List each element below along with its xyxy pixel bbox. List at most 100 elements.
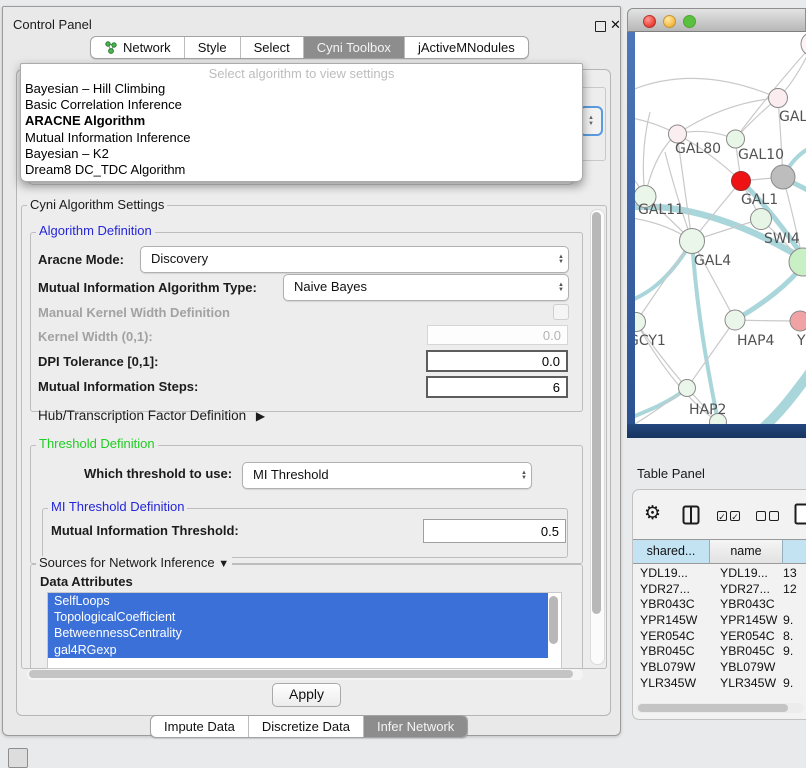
node-gal10[interactable] (727, 130, 745, 148)
node-gal-partial[interactable] (769, 89, 788, 108)
node-gal1[interactable] (751, 209, 772, 230)
tab-infer-network[interactable]: Infer Network (364, 716, 467, 737)
data-attributes-label: Data Attributes (40, 574, 133, 589)
node-label: GCY1 (635, 333, 666, 349)
node-label: GAL1 (741, 192, 778, 208)
scrollbar-thumb[interactable] (549, 596, 558, 644)
option-aracne[interactable]: ARACNE Algorithm (21, 113, 582, 129)
node-label: GAL11 (638, 202, 684, 218)
network-window-frame-left (627, 32, 635, 424)
network-graph: GAL GAL80 GAL10 GAL1 GAL11 SWI4 GAL4 GCY… (635, 32, 806, 424)
expand-right-icon: ▶ (256, 409, 265, 423)
node-hap2[interactable] (679, 380, 696, 397)
kernel-width-field[interactable] (427, 325, 568, 345)
mi-threshold-field[interactable] (423, 519, 566, 543)
desktop: { "titlebar": { "title": "Control Panel"… (0, 0, 806, 762)
column-header-shared-name[interactable]: shared... (633, 539, 710, 564)
tab-network-label: Network (123, 37, 171, 58)
sources-title[interactable]: Sources for Network Inference ▼ (36, 556, 232, 571)
table-row[interactable]: YBR043CYBR043C (633, 597, 806, 613)
tab-jactivemnodules[interactable]: jActiveMNodules (405, 37, 528, 58)
network-window-frame-bottom (627, 424, 806, 438)
node-gray[interactable] (771, 165, 795, 189)
table-row[interactable]: YBR045CYBR045C9. (633, 644, 806, 660)
which-threshold-combo[interactable]: MI Threshold ▲▼ (242, 462, 532, 489)
list-vertical-scrollbar[interactable] (548, 594, 560, 666)
split-columns-icon[interactable] (682, 505, 700, 525)
close-panel-icon[interactable]: ✕ (610, 17, 621, 33)
network-labels: GAL GAL80 GAL10 GAL1 GAL11 SWI4 GAL4 GCY… (635, 109, 806, 418)
minimize-window-icon[interactable] (663, 15, 676, 28)
node-label: GAL10 (738, 147, 784, 163)
tab-select[interactable]: Select (241, 37, 304, 58)
node-gcy1[interactable] (635, 313, 646, 332)
settings-horizontal-scrollbar[interactable] (27, 669, 583, 680)
deselect-all-columns-icon[interactable] (756, 511, 782, 529)
select-all-columns-icon[interactable]: ✓✓ (717, 511, 743, 529)
node-gal4[interactable] (680, 229, 705, 254)
threshold-definition-title: Threshold Definition (36, 437, 158, 451)
dpi-tolerance-field[interactable] (426, 350, 568, 372)
float-panel-icon[interactable] (595, 21, 606, 32)
combo-arrows-icon: ▲▼ (521, 463, 527, 488)
mi-steps-label: Mutual Information Steps: (38, 379, 198, 394)
manual-kernel-checkbox[interactable] (553, 304, 569, 320)
table-row[interactable]: YDR27...YDR27...12 (633, 582, 806, 598)
table-row[interactable]: YLR345WYLR345W9. (633, 676, 806, 691)
column-header-name[interactable]: name (710, 539, 783, 564)
table-row[interactable]: YBL079WYBL079W (633, 660, 806, 676)
control-panel-tabs: Network Style Select Cyni Toolbox jActiv… (90, 36, 529, 59)
option-bayesian-hill-climbing[interactable]: Bayesian – Hill Climbing (21, 81, 582, 97)
table-horizontal-scrollbar[interactable] (636, 703, 804, 713)
hub-tf-definition-toggle[interactable]: Hub/Transcription Factor Definition ▶ (38, 408, 265, 423)
algorithm-definition-title: Algorithm Definition (36, 224, 155, 238)
list-item-betweennesscentrality[interactable]: BetweennessCentrality (48, 625, 548, 641)
control-panel-window: Control Panel ✕ Network Style Select Cyn… (2, 6, 621, 736)
panel-title: Control Panel (13, 17, 92, 32)
table-row[interactable]: YER054CYER054C8. (633, 629, 806, 645)
manual-kernel-label: Manual Kernel Width Definition (38, 305, 230, 320)
network-window-titlebar[interactable] (627, 8, 806, 32)
settings-vertical-scrollbar[interactable] (590, 209, 605, 665)
tab-discretize-data[interactable]: Discretize Data (249, 716, 364, 737)
collapse-down-icon: ▼ (218, 558, 229, 570)
list-item-gal4rgexp[interactable]: gal4RGexp (48, 642, 548, 658)
node-label: GAL80 (675, 141, 721, 157)
close-window-icon[interactable] (643, 15, 656, 28)
table-panel: ⚙ ✓✓ shared... name YDL19...YDL19...13 Y… (632, 489, 806, 720)
list-item-topologicalcoefficient[interactable]: TopologicalCoefficient (48, 609, 548, 625)
node-selected-red[interactable] (732, 172, 751, 191)
zoom-window-icon[interactable] (683, 15, 696, 28)
node-hap4[interactable] (725, 310, 745, 330)
tab-cyni-toolbox[interactable]: Cyni Toolbox (304, 37, 405, 58)
kernel-width-label: Kernel Width (0,1): (38, 329, 153, 344)
gear-icon[interactable]: ⚙ (644, 502, 661, 525)
mi-steps-field[interactable] (426, 376, 568, 398)
network-canvas[interactable]: GAL GAL80 GAL10 GAL1 GAL11 SWI4 GAL4 GCY… (635, 32, 806, 424)
scrollbar-thumb[interactable] (592, 212, 601, 614)
settings-group-title: Cyni Algorithm Settings (27, 198, 167, 212)
aracne-mode-label: Aracne Mode: (38, 252, 124, 267)
scrollbar-thumb[interactable] (638, 704, 788, 712)
minimized-panel-icon[interactable] (8, 748, 28, 768)
node-salmon[interactable] (790, 311, 806, 331)
new-table-icon[interactable] (794, 503, 806, 525)
list-item-selfloops[interactable]: SelfLoops (48, 593, 548, 609)
table-row[interactable]: YDL19...YDL19...13 (633, 566, 806, 582)
tab-style[interactable]: Style (185, 37, 241, 58)
apply-button[interactable]: Apply (272, 683, 341, 707)
scrollbar-thumb[interactable] (29, 670, 573, 678)
node-partial-top-right[interactable] (801, 32, 806, 56)
node-label: GAL4 (694, 253, 731, 269)
aracne-mode-combo[interactable]: Discovery ▲▼ (140, 246, 569, 273)
mi-type-combo[interactable]: Naive Bayes ▲▼ (283, 274, 569, 301)
option-dream8[interactable]: Dream8 DC_TDC Algorithm (21, 162, 582, 178)
option-bayesian-k2[interactable]: Bayesian – K2 (21, 146, 582, 162)
tab-network[interactable]: Network (91, 37, 185, 58)
option-mutual-information[interactable]: Mutual Information Inference (21, 130, 582, 146)
column-header-partial[interactable] (783, 539, 806, 564)
tab-impute-data[interactable]: Impute Data (151, 716, 249, 737)
which-threshold-label: Which threshold to use: (84, 466, 232, 481)
table-row[interactable]: YPR145WYPR145W9. (633, 613, 806, 629)
option-basic-correlation[interactable]: Basic Correlation Inference (21, 97, 582, 113)
